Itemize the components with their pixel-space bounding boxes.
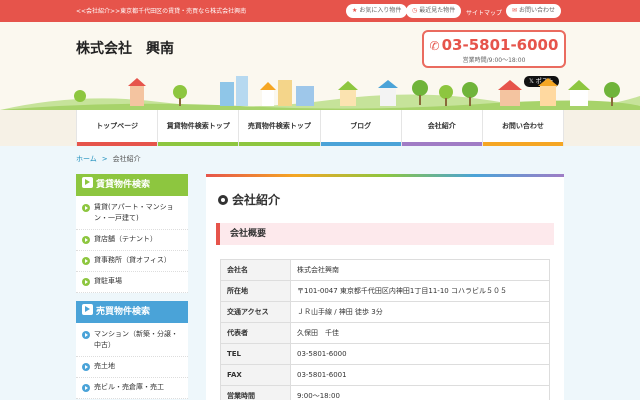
table-row: 交通アクセス ＪＲ山手線 / 神田 徒歩 3分: [220, 301, 550, 323]
company-logo[interactable]: 株式会社 興南: [76, 38, 174, 58]
main-content: 会社紹介 会社概要 会社名 株式会社興南 所在地 〒101-0047 東京都千代田区…: [206, 174, 564, 400]
sidebar-sale-list: マンション（新築・分譲・中古） 売土地 売ビル・売倉庫・売工: [76, 323, 188, 399]
nav-rent-search[interactable]: 賃貸物件検索トップ: [158, 110, 240, 146]
phone-icon: ✆: [429, 39, 440, 53]
row-value: 9:00～18:00: [290, 385, 550, 400]
business-hours: 営業時間/9:00～18:00: [462, 57, 526, 64]
breadcrumb-current: 会社紹介: [112, 155, 141, 163]
contact-label: お問い合わせ: [519, 7, 556, 14]
bullet-icon: [82, 204, 90, 212]
global-nav: トップページ 賃貸物件検索トップ 売買物件検索トップ ブログ 会社紹介 お問い合…: [76, 110, 565, 146]
page-title: 会社紹介: [218, 191, 280, 208]
sidebar-item-label: 売ビル・売倉庫・売工: [94, 383, 164, 391]
header: 株式会社 興南 ✆ 03-5801-6000 営業時間/9:00～18:00 𝕏 …: [0, 22, 640, 110]
bullet-icon: [82, 236, 90, 244]
table-row: 所在地 〒101-0047 東京都千代田区内神田1丁目11-10 コハラビル５０５: [220, 280, 550, 302]
sidebar-item-sale-building[interactable]: 売ビル・売倉庫・売工: [76, 378, 188, 399]
sidebar-item-rent-parking[interactable]: 貸駐車場: [76, 272, 188, 293]
table-row: FAX 03-5801-6001: [220, 364, 550, 386]
breadcrumb: ホーム > 会社紹介: [76, 154, 141, 164]
sidebar-rent-title: 賃貸物件検索: [96, 180, 151, 190]
mail-icon: ✉: [512, 7, 518, 14]
row-value: 株式会社興南: [290, 259, 550, 281]
row-value: 久保田 千佳: [290, 322, 550, 344]
sidebar-sale-header[interactable]: 売買物件検索: [76, 301, 188, 323]
company-info-table: 会社名 株式会社興南 所在地 〒101-0047 東京都千代田区内神田1丁目11-1…: [220, 259, 550, 400]
nav-contact[interactable]: お問い合わせ: [482, 110, 565, 146]
circle-icon: [218, 195, 228, 205]
row-key: 所在地: [220, 280, 291, 302]
breadcrumb-home[interactable]: ホーム: [76, 155, 97, 163]
row-key: FAX: [220, 364, 291, 386]
sidebar-rent-list: 賃貸(アパート・マンション・一戸建て) 貸店舗（テナント） 貸事務所（貸オフィス…: [76, 196, 188, 293]
sidebar-item-rent-residential[interactable]: 賃貸(アパート・マンション・一戸建て): [76, 198, 188, 230]
table-row: 営業時間 9:00～18:00: [220, 385, 550, 400]
row-key: 交通アクセス: [220, 301, 291, 323]
sitemap-link[interactable]: サイトマップ: [466, 8, 502, 17]
sidebar-item-sale-land[interactable]: 売土地: [76, 357, 188, 378]
row-key: TEL: [220, 343, 291, 365]
breadcrumb-separator-icon: >: [101, 155, 108, 163]
nav-sale-search[interactable]: 売買物件検索トップ: [239, 110, 321, 146]
sidebar-sale-title: 売買物件検索: [96, 307, 151, 317]
sidebar: 賃貸物件検索 賃貸(アパート・マンション・一戸建て) 貸店舗（テナント） 貸事務…: [76, 174, 188, 399]
top-bar: <<会社紹介>>東京都千代田区の賃貸・売買なら株式会社興南 ★ お気に入り物件 ◷…: [0, 0, 640, 22]
site-tagline: <<会社紹介>>東京都千代田区の賃貸・売買なら株式会社興南: [76, 8, 247, 15]
phone-box[interactable]: ✆ 03-5801-6000 営業時間/9:00～18:00: [422, 30, 566, 68]
arrow-right-icon: [82, 177, 93, 188]
table-row: 代表者 久保田 千佳: [220, 322, 550, 344]
table-row: 会社名 株式会社興南: [220, 259, 550, 281]
sidebar-item-rent-shop[interactable]: 貸店舗（テナント）: [76, 230, 188, 251]
bullet-icon: [82, 331, 90, 339]
sidebar-item-rent-office[interactable]: 貸事務所（貸オフィス）: [76, 251, 188, 272]
bullet-icon: [82, 278, 90, 286]
contact-button[interactable]: ✉ お問い合わせ: [506, 4, 562, 18]
recent-label: 最近見た物件: [419, 7, 456, 14]
row-value: 03-5801-6001: [290, 364, 550, 386]
sidebar-item-label: 貸事務所（貸オフィス）: [94, 256, 171, 264]
row-key: 代表者: [220, 322, 291, 344]
sidebar-item-label: 賃貸(アパート・マンション・一戸建て): [94, 203, 174, 222]
favorites-button[interactable]: ★ お気に入り物件: [346, 4, 408, 18]
phone-number: 03-5801-6000: [441, 36, 559, 54]
recent-button[interactable]: ◷ 最近見た物件: [406, 4, 462, 18]
row-key: 営業時間: [220, 385, 291, 400]
nav-company[interactable]: 会社紹介: [401, 110, 483, 146]
bullet-icon: [82, 384, 90, 392]
sidebar-item-label: 貸店舗（テナント）: [94, 235, 157, 243]
nav-blog[interactable]: ブログ: [320, 110, 402, 146]
town-illustration: [0, 76, 640, 110]
star-icon: ★: [352, 7, 358, 14]
sidebar-rent-header[interactable]: 賃貸物件検索: [76, 174, 188, 196]
bullet-icon: [82, 363, 90, 371]
sidebar-item-sale-mansion[interactable]: マンション（新築・分譲・中古）: [76, 325, 188, 357]
sidebar-item-label: マンション（新築・分譲・中古）: [94, 330, 178, 349]
sidebar-item-label: 売土地: [94, 362, 115, 370]
row-value: 03-5801-6000: [290, 343, 550, 365]
row-value: 〒101-0047 東京都千代田区内神田1丁目11-10 コハラビル５０５: [290, 280, 550, 302]
clock-icon: ◷: [412, 7, 418, 14]
page-title-text: 会社紹介: [232, 193, 281, 207]
table-row: TEL 03-5801-6000: [220, 343, 550, 365]
arrow-right-icon: [82, 304, 93, 315]
bullet-icon: [82, 257, 90, 265]
nav-top[interactable]: トップページ: [76, 110, 159, 146]
row-key: 会社名: [220, 259, 291, 281]
favorites-label: お気に入り物件: [359, 7, 402, 14]
sidebar-item-label: 貸駐車場: [94, 277, 122, 285]
section-heading: 会社概要: [216, 223, 554, 245]
row-value: ＪＲ山手線 / 神田 徒歩 3分: [290, 301, 550, 323]
